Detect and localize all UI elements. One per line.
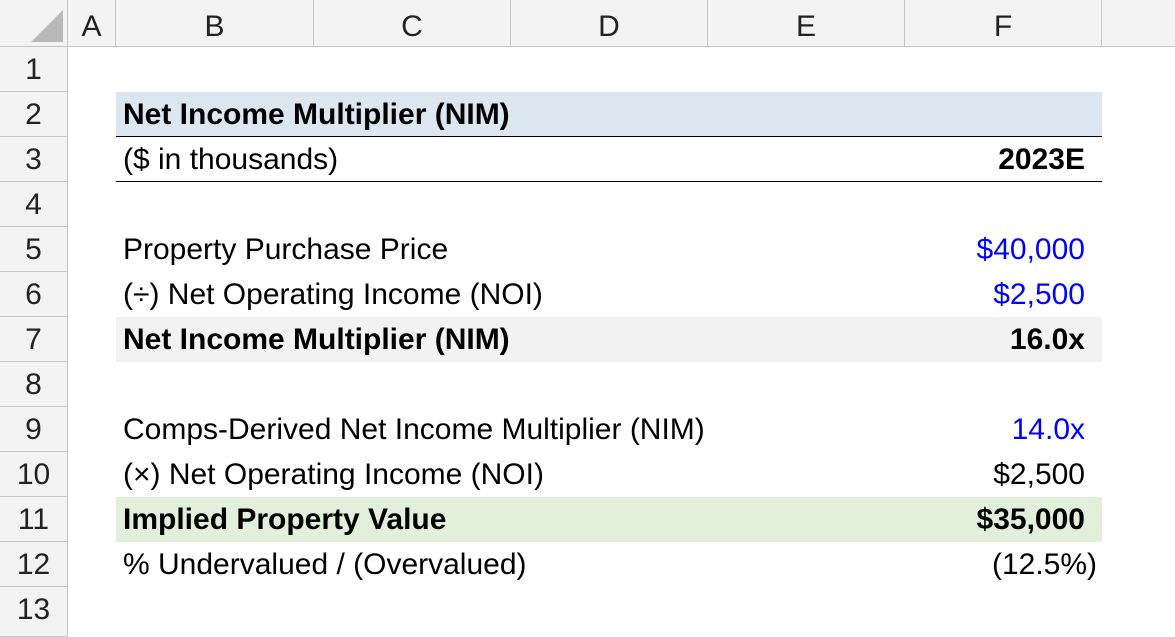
cell-f3-period[interactable]: 2023E: [998, 137, 1085, 182]
row-header-1[interactable]: 1: [0, 47, 68, 92]
row-header-9[interactable]: 9: [0, 407, 68, 452]
row-header-4[interactable]: 4: [0, 182, 68, 227]
column-header-e[interactable]: E: [708, 0, 905, 46]
column-header-b[interactable]: B: [116, 0, 314, 46]
cell-f10-noi[interactable]: $2,500: [993, 452, 1085, 497]
row-header-5[interactable]: 5: [0, 227, 68, 272]
cell-b12-undervalued-label[interactable]: % Undervalued / (Overvalued): [123, 542, 527, 587]
cell-b7-nim-label[interactable]: Net Income Multiplier (NIM): [123, 317, 510, 362]
column-header-d[interactable]: D: [511, 0, 708, 46]
spreadsheet: A B C D E F 1 2 3 4 5 6 7 8 9 10 11 12 1…: [0, 0, 1175, 637]
row-header-13[interactable]: 13: [0, 587, 68, 637]
cell-f6-noi[interactable]: $2,500: [993, 272, 1085, 317]
cell-f12-undervalued[interactable]: (12.5%): [992, 542, 1097, 587]
row-header-2[interactable]: 2: [0, 92, 68, 137]
cell-f9-comps-nim[interactable]: 14.0x: [1012, 407, 1085, 452]
row-header-12[interactable]: 12: [0, 542, 68, 587]
row-header-10[interactable]: 10: [0, 452, 68, 497]
cell-b6-noi-label[interactable]: (÷) Net Operating Income (NOI): [123, 272, 543, 317]
select-all-triangle-icon: [31, 10, 63, 42]
cell-b10-noi-label[interactable]: (×) Net Operating Income (NOI): [123, 452, 544, 497]
row-header-7[interactable]: 7: [0, 317, 68, 362]
column-header-bar: A B C D E F: [0, 0, 1175, 47]
row-header-6[interactable]: 6: [0, 272, 68, 317]
column-header-overflow: [1102, 0, 1175, 46]
column-header-f[interactable]: F: [905, 0, 1102, 46]
cell-b2-title[interactable]: Net Income Multiplier (NIM): [123, 92, 510, 137]
row-header-11[interactable]: 11: [0, 497, 68, 542]
cell-f7-nim[interactable]: 16.0x: [1010, 317, 1085, 362]
cell-b11-implied-label[interactable]: Implied Property Value: [123, 497, 446, 542]
cell-f11-implied-value[interactable]: $35,000: [977, 497, 1085, 542]
column-header-a[interactable]: A: [68, 0, 116, 46]
column-header-c[interactable]: C: [314, 0, 511, 46]
cell-b9-comps-nim-label[interactable]: Comps-Derived Net Income Multiplier (NIM…: [123, 407, 705, 452]
cell-f5-purchase-price[interactable]: $40,000: [977, 227, 1085, 272]
row-header-8[interactable]: 8: [0, 362, 68, 407]
cell-b3-units[interactable]: ($ in thousands): [123, 137, 338, 182]
row-header-3[interactable]: 3: [0, 137, 68, 182]
cell-b5-purchase-price-label[interactable]: Property Purchase Price: [123, 227, 448, 272]
select-all-corner[interactable]: [0, 0, 68, 46]
